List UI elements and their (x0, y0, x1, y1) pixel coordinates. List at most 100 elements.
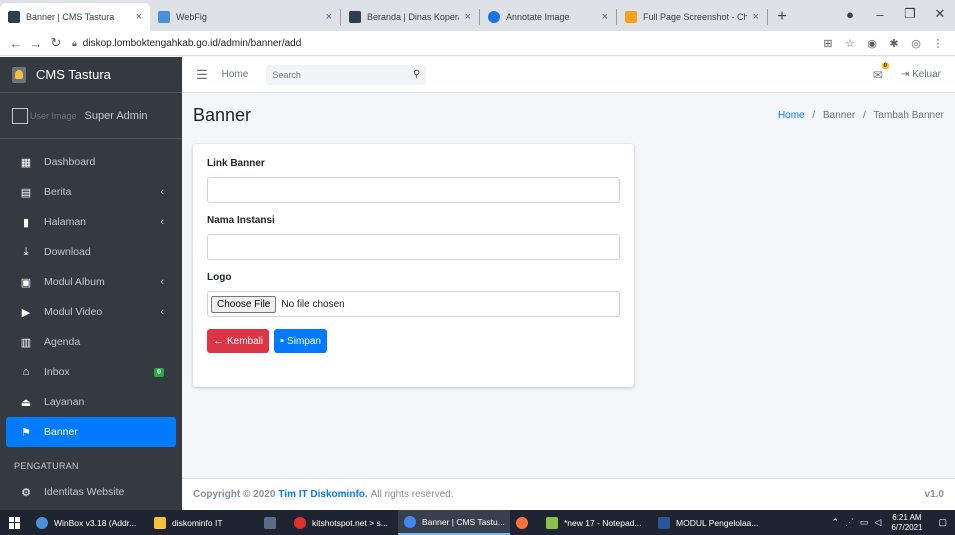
nav-home-link[interactable]: Home (222, 69, 249, 80)
taskbar-item-notepad[interactable]: *new 17 - Notepad... (540, 510, 652, 535)
taskbar-item-word[interactable]: MODUL Pengelolaa... (652, 510, 764, 535)
logout-link[interactable]: ⇥ Keluar (901, 69, 941, 80)
newspaper-icon: ▤ (20, 186, 32, 199)
taskbar-item-folder[interactable]: diskominfo IT (148, 510, 258, 535)
extension-icon[interactable]: ◉ (861, 37, 883, 50)
network-icon[interactable]: ⋰ (845, 517, 854, 528)
minimize-icon[interactable]: – (865, 7, 895, 22)
calendar-icon: ▥ (20, 336, 32, 349)
user-avatar-icon (12, 107, 28, 124)
main-footer: Copyright © 2020 Tim IT Diskominfo. All … (182, 478, 955, 510)
close-window-icon[interactable]: ✕ (925, 6, 955, 22)
navbar-search: ⚲ (266, 64, 427, 85)
tab-close-icon[interactable]: × (136, 11, 142, 23)
sidebar-item-layanan[interactable]: ⏏ Layanan (6, 387, 176, 417)
nama-instansi-input[interactable] (207, 234, 620, 260)
sidebar-section-header: PENGATURAN (14, 461, 79, 471)
taskbar-item-firefox[interactable] (510, 510, 540, 535)
browser-tab-banner[interactable]: Banner | CMS Tastura × (0, 3, 150, 31)
browser-tab-annotate[interactable]: Annotate Image × (480, 3, 616, 31)
sidebar-item-label: Agenda (44, 336, 81, 348)
bookmark-star-icon[interactable]: ☆ (839, 37, 861, 50)
file-status-text: No file chosen (281, 298, 345, 310)
search-icon[interactable]: ⚲ (413, 69, 420, 80)
sidebar-item-label: Inbox (44, 366, 70, 378)
folder-app-icon (154, 516, 166, 529)
address-bar: ← → ↻ 🔒︎ diskop.lomboktengahkab.go.id/ad… (0, 31, 955, 56)
logo-file-input[interactable]: Choose File No file chosen (207, 291, 620, 317)
url-field[interactable]: 🔒︎ diskop.lomboktengahkab.go.id/admin/ba… (72, 38, 817, 49)
taskbar-item-winbox[interactable]: WinBox v3.18 (Addr... (30, 510, 148, 535)
brand-link[interactable]: CMS Tastura (0, 57, 182, 93)
browser-tab-webfig[interactable]: WebFig × (150, 3, 340, 31)
chevron-up-icon[interactable]: ⌃ (831, 517, 839, 528)
company-link[interactable]: Tim IT Diskominfo. (278, 489, 367, 500)
browser-tab-beranda[interactable]: Beranda | Dinas Koperasi dan × (341, 3, 479, 31)
sidebar-item-halaman[interactable]: ▮ Halaman ‹ (6, 207, 176, 237)
new-tab-button[interactable]: + (768, 3, 796, 31)
sidebar-item-inbox[interactable]: ⌂ Inbox 0 (6, 357, 176, 387)
account-icon[interactable]: ◎ (905, 37, 927, 50)
taskbar-item-media[interactable] (258, 510, 288, 535)
restore-icon[interactable]: ❐ (895, 6, 925, 22)
sidebar-item-identitas-website[interactable]: ⚙ Identitas Website (6, 477, 176, 507)
chrome-app-icon (404, 515, 416, 528)
user-name-link[interactable]: Super Admin (85, 110, 148, 122)
browser-menu-icon[interactable]: ⋮ (927, 37, 949, 50)
inbox-count-badge: 0 (154, 367, 164, 377)
reload-icon[interactable]: ↻ (46, 35, 66, 51)
translate-icon[interactable]: ⊞ (817, 37, 839, 50)
sidebar-item-berita[interactable]: ▤ Berita ‹ (6, 177, 176, 207)
tab-close-icon[interactable]: × (465, 11, 471, 23)
rights-text: All rights reserved. (370, 489, 454, 500)
envelope-icon: ✉ (872, 67, 883, 82)
forward-arrow-icon[interactable]: → (26, 36, 46, 51)
sidebar-item-label: Modul Video (44, 306, 103, 318)
breadcrumb-home-link[interactable]: Home (778, 110, 805, 121)
notification-icon[interactable]: ▢ (938, 517, 947, 528)
taskbar-item-chrome[interactable]: Banner | CMS Tastu... (398, 510, 510, 535)
sidebar-item-modul-album[interactable]: ▣ Modul Album ‹ (6, 267, 176, 297)
volume-icon[interactable]: ◁ (874, 517, 881, 528)
link-banner-input[interactable] (207, 177, 620, 203)
messages-dropdown[interactable]: ✉ 0 (872, 62, 889, 82)
winbox-app-icon (36, 516, 48, 529)
back-arrow-icon[interactable]: ← (6, 36, 26, 51)
download-icon: ⤓ (23, 245, 29, 258)
tab-close-icon[interactable]: × (326, 11, 332, 23)
sidebar-item-modul-video[interactable]: ▶ Modul Video ‹ (6, 297, 176, 327)
windows-logo-icon (9, 516, 21, 529)
taskbar-item-opera[interactable]: kitshotspot.net > s... (288, 510, 398, 535)
sidebar-item-banner[interactable]: ⚑ Banner (6, 417, 176, 447)
messages-badge: 0 (881, 62, 889, 69)
save-button[interactable]: ▪ Simpan (274, 329, 327, 353)
flag-icon: ⚑ (21, 426, 31, 439)
sidebar-item-dashboard[interactable]: ▦ Dashboard (6, 147, 176, 177)
site-favicon-icon (8, 11, 20, 23)
sign-out-icon: ⇥ (900, 69, 910, 80)
hamburger-menu-icon[interactable]: ☰ (196, 67, 208, 83)
chevron-left-icon: ‹ (160, 186, 164, 198)
puzzle-icon[interactable]: ✱ (883, 37, 905, 50)
battery-icon[interactable]: ▭ (860, 517, 869, 528)
choose-file-button[interactable]: Choose File (211, 295, 277, 313)
logout-label: Keluar (912, 69, 941, 80)
browser-tab-screenshot[interactable]: Full Page Screenshot - Chrom × (617, 3, 767, 31)
grid-icon: ▦ (20, 156, 32, 169)
camera-favicon-icon (625, 11, 637, 23)
opera-app-icon (294, 516, 306, 529)
tab-title: Annotate Image (506, 12, 570, 22)
top-navbar: ☰ Home ⚲ ✉ 0 ⇥ Keluar (182, 57, 955, 93)
search-input[interactable] (272, 69, 414, 80)
tab-close-icon[interactable]: × (602, 11, 608, 23)
start-button[interactable] (0, 510, 30, 535)
banner-form-card: Link Banner Nama Instansi Logo Choose Fi… (193, 144, 634, 387)
back-button[interactable]: ← Kembali (207, 329, 270, 353)
clock[interactable]: 6:21 AM 6/7/2021 (891, 513, 922, 533)
sidebar-item-agenda[interactable]: ▥ Agenda (6, 327, 176, 357)
system-tray: ⌃ ⋰ ▭ ◁ 6:21 AM 6/7/2021 ▢ (825, 513, 955, 533)
profile-icon[interactable]: ● (835, 7, 865, 22)
user-image-alt: User Image (30, 110, 77, 121)
tab-close-icon[interactable]: × (753, 11, 759, 23)
sidebar-item-download[interactable]: ⤓ Download (6, 237, 176, 267)
